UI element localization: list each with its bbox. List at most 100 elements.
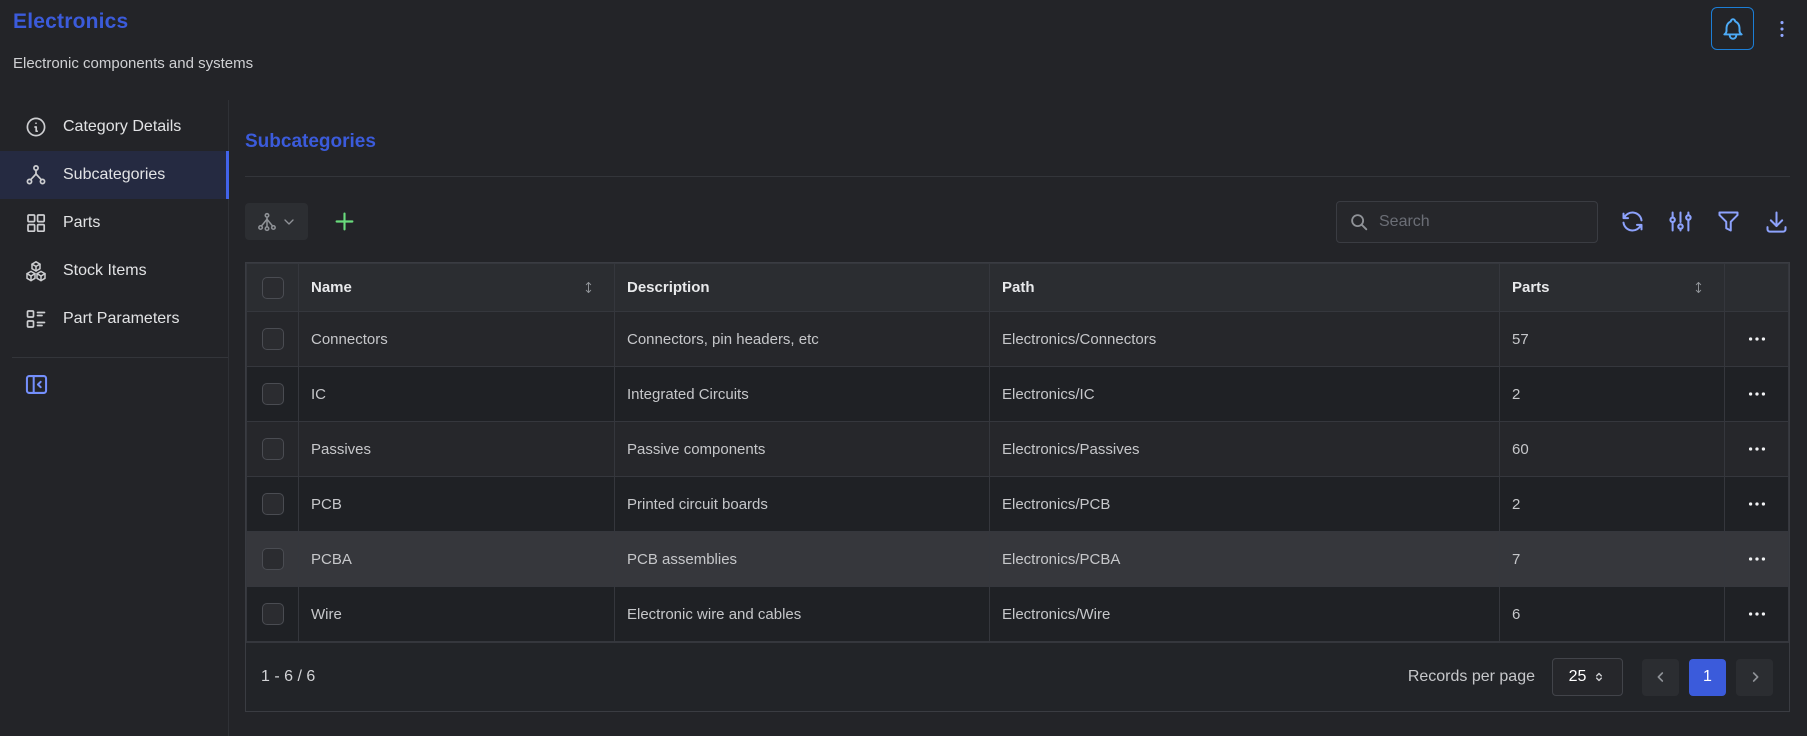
panel-title: Subcategories [245, 131, 1790, 153]
overflow-menu-button[interactable] [1769, 14, 1795, 44]
cell-description: Connectors, pin headers, etc [615, 312, 990, 367]
sidebar-item-parts[interactable]: Parts [0, 199, 228, 247]
cell-name: IC [299, 367, 615, 422]
page-title: Electronics [13, 10, 1791, 34]
toolbar-right-group [1336, 201, 1790, 243]
cell-description: Integrated Circuits [615, 367, 990, 422]
sidebar-item-label: Category Details [63, 118, 181, 136]
hierarchy-icon [24, 163, 48, 187]
cell-description: Passive components [615, 422, 990, 477]
header-actions [1711, 7, 1795, 50]
plus-icon [331, 208, 358, 235]
sidebar-item-category-details[interactable]: Category Details [0, 103, 228, 151]
cell-parts: 60 [1500, 422, 1725, 477]
search-input[interactable] [1379, 213, 1586, 231]
sort-icon[interactable] [581, 279, 596, 296]
bell-icon [1720, 16, 1746, 42]
table-toolbar [245, 200, 1790, 243]
filter-button[interactable] [1715, 208, 1742, 235]
chevron-down-icon [281, 214, 297, 230]
cell-parts: 6 [1500, 587, 1725, 642]
add-subcategory-button[interactable] [331, 208, 358, 235]
row-actions-cell [1725, 532, 1789, 587]
table-row[interactable]: Wire Electronic wire and cables Electron… [247, 587, 1789, 642]
table-row[interactable]: Passives Passive components Electronics/… [247, 422, 1789, 477]
refresh-button[interactable] [1619, 208, 1646, 235]
cell-parts: 2 [1500, 367, 1725, 422]
panel-divider [245, 176, 1790, 177]
sidebar-item-part-parameters[interactable]: Part Parameters [0, 295, 228, 343]
previous-page-button[interactable] [1642, 659, 1679, 696]
pager: 1 [1642, 659, 1773, 696]
row-checkbox[interactable] [262, 493, 284, 515]
row-checkbox[interactable] [262, 548, 284, 570]
page-button-1[interactable]: 1 [1689, 659, 1726, 696]
tree-view-toggle-button[interactable] [245, 203, 308, 240]
cell-description: PCB assemblies [615, 532, 990, 587]
row-actions-button[interactable] [1740, 597, 1774, 631]
column-header-name[interactable]: Name [299, 264, 615, 312]
page-header: Electronics Electronic components and sy… [0, 0, 1807, 100]
notifications-button[interactable] [1711, 7, 1754, 50]
row-actions-button[interactable] [1740, 322, 1774, 356]
cell-parts: 7 [1500, 532, 1725, 587]
select-all-checkbox[interactable] [262, 277, 284, 299]
row-actions-button[interactable] [1740, 377, 1774, 411]
row-actions-button[interactable] [1740, 542, 1774, 576]
records-per-page-select[interactable]: 25 [1552, 658, 1623, 696]
table-row[interactable]: Connectors Connectors, pin headers, etc … [247, 312, 1789, 367]
sidebar: Category Details Subcategories [0, 100, 229, 736]
chevron-left-icon [1653, 669, 1669, 685]
sidebar-collapse-button[interactable] [23, 371, 50, 398]
table-row[interactable]: PCB Printed circuit boards Electronics/P… [247, 477, 1789, 532]
sidebar-collapse-icon [23, 371, 50, 398]
download-icon [1763, 208, 1790, 235]
page-size-value: 25 [1569, 668, 1587, 686]
next-page-button[interactable] [1736, 659, 1773, 696]
page-body: Category Details Subcategories [0, 100, 1807, 736]
row-actions-cell [1725, 367, 1789, 422]
cell-name: Connectors [299, 312, 615, 367]
table-settings-button[interactable] [1667, 208, 1694, 235]
row-actions-cell [1725, 477, 1789, 532]
refresh-icon [1619, 208, 1646, 235]
cell-name: PCBA [299, 532, 615, 587]
cell-path: Electronics/IC [990, 367, 1500, 422]
table-row-highlighted[interactable]: PCBA PCB assemblies Electronics/PCBA 7 [247, 532, 1789, 587]
sort-icon[interactable] [1691, 279, 1706, 296]
row-checkbox[interactable] [262, 328, 284, 350]
row-actions-button[interactable] [1740, 432, 1774, 466]
cell-parts: 57 [1500, 312, 1725, 367]
hierarchy-tree-icon [256, 211, 278, 233]
column-header-parts[interactable]: Parts [1500, 264, 1725, 312]
row-checkbox[interactable] [262, 438, 284, 460]
download-button[interactable] [1763, 208, 1790, 235]
sidebar-item-label: Subcategories [63, 166, 165, 184]
adjustments-icon [1667, 208, 1694, 235]
sidebar-item-subcategories[interactable]: Subcategories [0, 151, 228, 199]
row-checkbox-cell [247, 422, 299, 477]
pagination-controls: Records per page 25 [1408, 658, 1773, 696]
cell-description: Electronic wire and cables [615, 587, 990, 642]
records-per-page-label: Records per page [1408, 668, 1535, 686]
app-window: Electronics Electronic components and sy… [0, 0, 1807, 736]
row-actions-button[interactable] [1740, 487, 1774, 521]
row-checkbox-cell [247, 367, 299, 422]
table-row[interactable]: IC Integrated Circuits Electronics/IC 2 [247, 367, 1789, 422]
search-box[interactable] [1336, 201, 1598, 243]
cell-path: Electronics/Connectors [990, 312, 1500, 367]
cell-name: Wire [299, 587, 615, 642]
chevron-right-icon [1747, 669, 1763, 685]
subcategories-table: Name Description [245, 262, 1790, 712]
sidebar-item-label: Part Parameters [63, 310, 179, 328]
info-circle-icon [24, 115, 48, 139]
sidebar-item-stock-items[interactable]: Stock Items [0, 247, 228, 295]
cell-parts: 2 [1500, 477, 1725, 532]
column-header-actions [1725, 264, 1789, 312]
row-checkbox[interactable] [262, 383, 284, 405]
table-header-row: Name Description [247, 264, 1789, 312]
column-label: Name [311, 279, 352, 296]
sidebar-item-label: Stock Items [63, 262, 147, 280]
row-checkbox[interactable] [262, 603, 284, 625]
column-label: Description [627, 279, 710, 296]
